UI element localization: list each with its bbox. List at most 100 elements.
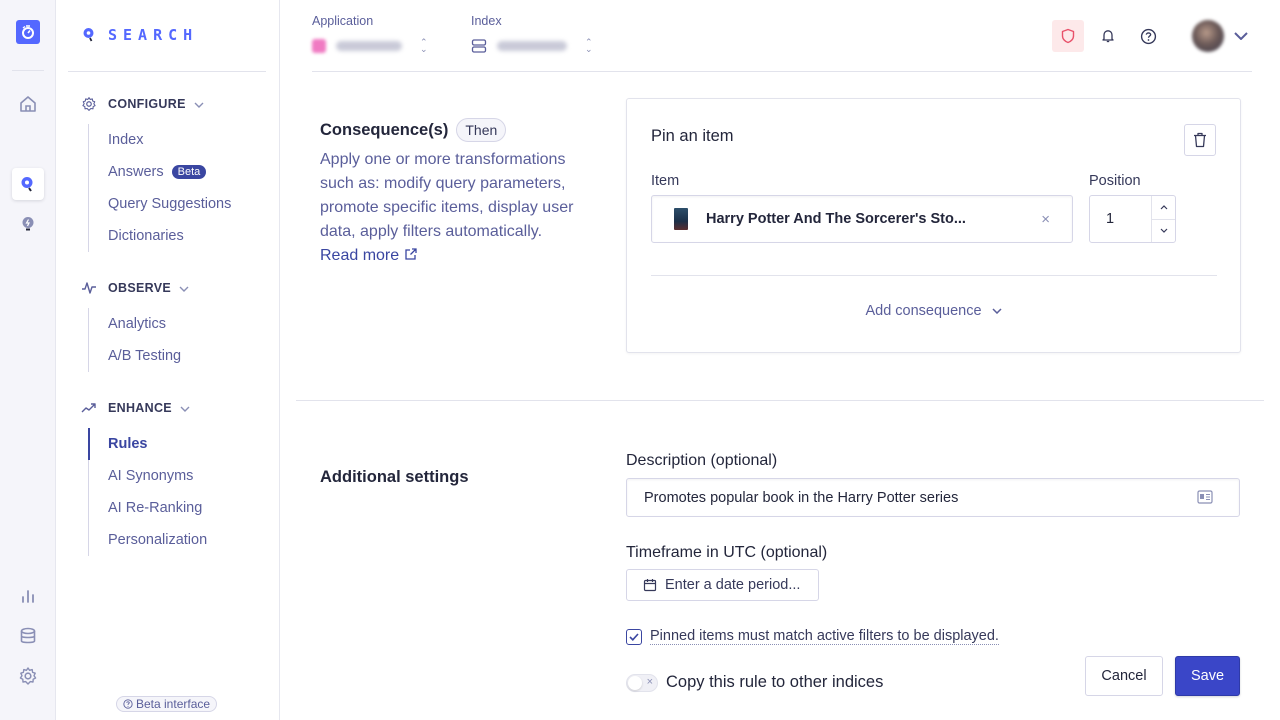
database-icon[interactable]	[12, 620, 44, 652]
search-brand-icon	[83, 28, 94, 42]
analytics-chart-icon[interactable]	[12, 580, 44, 612]
updown-chevron-icon: ⌃ ⌄	[585, 37, 593, 54]
sidebar-item-query-suggestions[interactable]: Query Suggestions	[89, 188, 270, 220]
sidebar-item-label: Query Suggestions	[108, 196, 232, 212]
nav-list-enhance: Rules AI Synonyms AI Re-Ranking Personal…	[88, 428, 270, 556]
nav-list-configure: Index Answers Beta Query Suggestions Dict…	[88, 124, 270, 252]
help-icon[interactable]	[1132, 20, 1164, 52]
sidebar-item-index[interactable]: Index	[89, 124, 270, 156]
pin-item-card: Pin an item Item Position Harry Potter A…	[626, 98, 1241, 353]
consequences-description-text: Apply one or more transformations such a…	[320, 151, 574, 240]
chevron-down-icon	[179, 279, 189, 297]
chevron-down-icon[interactable]	[1234, 27, 1248, 45]
application-color-swatch	[312, 39, 326, 53]
pinned-filter-option[interactable]: Pinned items must match active filters t…	[626, 628, 999, 645]
brand-name: SEARCH	[108, 26, 199, 44]
sidebar-item-dictionaries[interactable]: Dictionaries	[89, 220, 270, 252]
sidebar-nav: SEARCH CONFIGURE Index Answers Beta Query…	[56, 0, 280, 720]
chevron-down-icon	[180, 399, 190, 417]
avatar[interactable]	[1192, 20, 1224, 52]
additional-settings-title: Additional settings	[320, 468, 469, 486]
app-rail	[0, 0, 56, 720]
index-label: Index	[471, 14, 502, 28]
nav-head-label: CONFIGURE	[108, 97, 186, 111]
decrement-icon[interactable]	[1152, 218, 1175, 243]
contact-card-icon	[1197, 490, 1213, 508]
save-button[interactable]: Save	[1175, 656, 1240, 696]
delete-consequence-button[interactable]	[1184, 124, 1216, 156]
sidebar-item-label: Answers	[108, 164, 164, 180]
sidebar-item-personalization[interactable]: Personalization	[89, 524, 270, 556]
book-thumbnail	[674, 208, 688, 230]
nav-section-configure: CONFIGURE Index Answers Beta Query Sugges…	[80, 92, 270, 252]
sidebar-item-ai-synonyms[interactable]: AI Synonyms	[89, 460, 270, 492]
search-product-icon[interactable]	[12, 168, 44, 200]
position-value[interactable]: 1	[1090, 196, 1151, 242]
date-period-picker[interactable]: Enter a date period...	[626, 569, 819, 601]
updown-chevron-icon: ⌃ ⌄	[420, 37, 428, 54]
nav-head-label: ENHANCE	[108, 401, 172, 415]
sidebar-item-label: Index	[108, 132, 144, 148]
increment-icon[interactable]	[1152, 196, 1175, 219]
algolia-logo-icon[interactable]	[16, 20, 40, 44]
description-label: Description (optional)	[626, 452, 778, 469]
index-selector[interactable]: Index ⌃ ⌄	[471, 14, 593, 56]
help-circle-icon	[123, 699, 133, 709]
nav-list-observe: Analytics A/B Testing	[88, 308, 270, 372]
beta-interface-badge[interactable]: Beta interface	[116, 696, 218, 712]
copy-rule-toggle[interactable]: ×	[626, 673, 658, 692]
beta-interface-label: Beta interface	[136, 697, 211, 711]
checkmark-icon	[629, 632, 639, 641]
chevron-down-icon	[194, 95, 204, 113]
sidebar-item-label: Rules	[108, 436, 148, 452]
cancel-button[interactable]: Cancel	[1085, 656, 1163, 696]
date-period-placeholder: Enter a date period...	[665, 577, 801, 593]
application-selector[interactable]: Application ⌃ ⌄	[312, 14, 428, 56]
pinned-filter-checkbox[interactable]	[626, 628, 642, 645]
bell-icon[interactable]	[1092, 20, 1124, 52]
trending-up-icon	[80, 399, 98, 417]
copy-rule-label: Copy this rule to other indices	[666, 673, 884, 691]
index-name-redacted	[497, 41, 567, 51]
copy-rule-option[interactable]: × Copy this rule to other indices	[626, 673, 883, 692]
beta-badge: Beta	[171, 165, 207, 179]
shield-icon[interactable]	[1052, 20, 1084, 52]
sidebar-item-ai-re-ranking[interactable]: AI Re-Ranking	[89, 492, 270, 524]
toggle-knob	[628, 675, 642, 690]
sidebar-item-answers[interactable]: Answers Beta	[89, 156, 270, 188]
sidebar-item-label: AI Synonyms	[108, 468, 194, 484]
nav-head-observe[interactable]: OBSERVE	[80, 276, 270, 300]
brand-logo[interactable]: SEARCH	[82, 26, 198, 44]
add-consequence-button[interactable]: Add consequence	[627, 303, 1240, 319]
rule-editor: Consequence(s) Then Apply one or more tr…	[280, 72, 1280, 720]
item-value: Harry Potter And The Sorcerer's Sto...	[706, 211, 966, 227]
nav-head-configure[interactable]: CONFIGURE	[80, 92, 270, 116]
description-value: Promotes popular book in the Harry Potte…	[644, 489, 959, 506]
read-more-link[interactable]: Read more	[320, 247, 418, 264]
description-input[interactable]: Promotes popular book in the Harry Potte…	[626, 478, 1240, 517]
nav-section-observe: OBSERVE Analytics A/B Testing	[80, 276, 270, 372]
position-label: Position	[1089, 173, 1141, 189]
item-label: Item	[651, 173, 680, 189]
nav-head-enhance[interactable]: ENHANCE	[80, 396, 270, 420]
sidebar-item-analytics[interactable]: Analytics	[89, 308, 270, 340]
pinned-filter-label: Pinned items must match active filters t…	[650, 628, 999, 645]
settings-gear-icon[interactable]	[12, 660, 44, 692]
sidebar-item-ab-testing[interactable]: A/B Testing	[89, 340, 270, 372]
position-stepper[interactable]: 1	[1089, 195, 1176, 243]
item-select[interactable]: Harry Potter And The Sorcerer's Sto... ×	[651, 195, 1073, 243]
brand-divider	[68, 71, 266, 72]
external-link-icon	[404, 248, 417, 260]
recommend-bulb-icon[interactable]	[12, 208, 44, 240]
clear-icon[interactable]: ×	[1041, 211, 1050, 228]
application-label: Application	[312, 14, 374, 28]
sidebar-item-label: A/B Testing	[108, 348, 182, 364]
pin-item-title: Pin an item	[651, 127, 734, 145]
nav-section-enhance: ENHANCE Rules AI Synonyms AI Re-Ranking …	[80, 396, 270, 556]
timeframe-label: Timeframe in UTC (optional)	[626, 544, 828, 561]
sidebar-item-rules[interactable]: Rules	[88, 428, 270, 460]
add-consequence-label: Add consequence	[865, 303, 982, 319]
application-name-redacted	[336, 41, 402, 51]
then-pill: Then	[456, 118, 507, 142]
home-icon[interactable]	[12, 88, 44, 120]
